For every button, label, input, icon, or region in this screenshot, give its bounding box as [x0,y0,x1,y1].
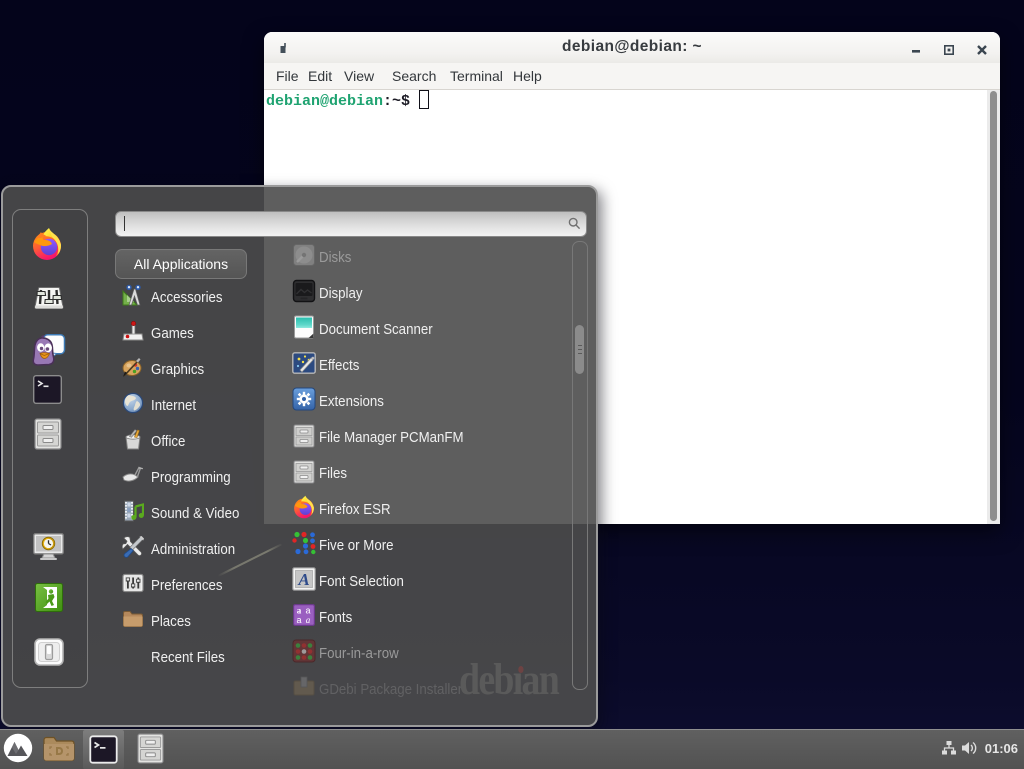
svg-text:A: A [297,570,309,589]
svg-text:a: a [305,606,310,616]
svg-text:a: a [297,606,302,616]
svg-text:a: a [296,615,301,625]
svg-text:a: a [306,615,311,625]
